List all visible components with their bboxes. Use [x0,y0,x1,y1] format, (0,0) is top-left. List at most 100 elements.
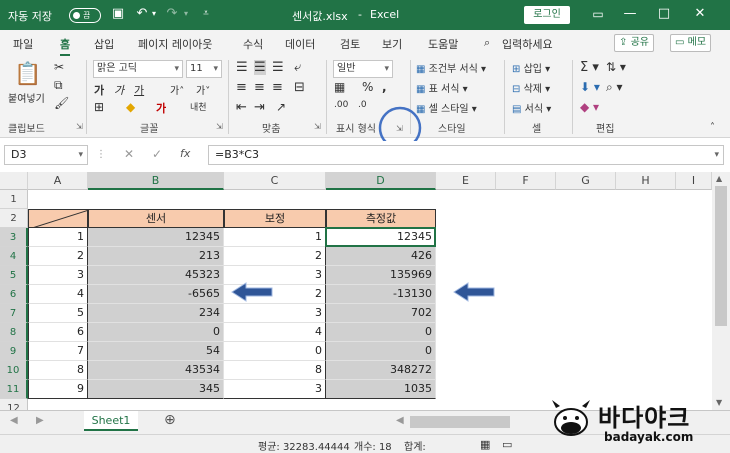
delete-cells-button[interactable]: ⊟ 삭제 ▾ [512,80,550,95]
table-cell-sensor[interactable]: 12345 [88,228,224,247]
table-cell-index[interactable]: 7 [28,342,88,361]
header-cell-sensor[interactable]: 센서 [88,209,224,228]
row-header-10[interactable]: 10 [0,361,28,380]
undo-dropdown-icon[interactable]: ▾ [146,6,162,22]
increase-indent-icon[interactable]: ⇥ [254,100,265,115]
copy-icon[interactable]: ⧉ [54,78,63,93]
increase-decimal-icon[interactable]: .00 [334,100,348,110]
table-cell-sensor[interactable]: 43534 [88,361,224,380]
prev-sheet-icon[interactable]: ◀ [10,415,18,426]
tab-formulas[interactable]: 수식 [243,36,263,52]
table-cell-index[interactable]: 5 [28,304,88,323]
table-cell-correction[interactable]: 2 [224,247,326,266]
login-button[interactable]: 로그인 [524,6,570,24]
fill-icon[interactable]: ⬇ ▾ [580,80,600,94]
italic-button[interactable]: 가 [114,82,124,98]
row-header-7[interactable]: 7 [0,304,28,323]
tab-data[interactable]: 데이터 [285,36,315,52]
fill-color-icon[interactable]: ◆ [126,100,135,114]
table-cell-sensor[interactable]: 54 [88,342,224,361]
enter-icon[interactable]: ✓ [152,147,162,161]
table-cell-index[interactable]: 3 [28,266,88,285]
tab-page-layout[interactable]: 페이지 레이아웃 [138,36,212,52]
sheet-tab-sheet1[interactable]: Sheet1 [84,411,138,431]
insert-cells-button[interactable]: ⊞ 삽입 ▾ [512,60,550,75]
table-cell-correction[interactable]: 8 [224,361,326,380]
table-cell-measured[interactable]: 348272 [326,361,436,380]
column-header-f[interactable]: F [496,172,556,190]
align-top-icon[interactable]: ☰ [236,60,248,75]
autosum-icon[interactable]: Σ ▾ [580,60,599,75]
tab-view[interactable]: 보기 [382,36,402,52]
find-icon[interactable]: ⌕ ▾ [606,80,623,95]
table-cell-correction[interactable]: 1 [224,228,326,247]
vertical-scrollbar[interactable]: ▲ ▼ [712,172,730,412]
table-cell-measured[interactable]: -13130 [326,285,436,304]
table-cell-measured[interactable]: 702 [326,304,436,323]
table-cell-correction[interactable]: 3 [224,380,326,399]
column-header-b[interactable]: B [88,172,224,190]
phonetic-icon[interactable]: 내천 [190,100,207,113]
tab-home[interactable]: 홈 [60,36,71,56]
column-header-c[interactable]: C [224,172,326,190]
sort-filter-icon[interactable]: ⇅ ▾ [606,60,626,74]
paste-label[interactable]: 붙여넣기 [8,90,45,105]
collapse-ribbon-icon[interactable]: ˄ [710,122,715,133]
orientation-icon[interactable]: ↗ [276,100,286,114]
font-launcher-icon[interactable]: ⇲ [216,122,223,131]
table-cell-sensor[interactable]: 234 [88,304,224,323]
font-size-combo[interactable]: 11 [186,60,222,78]
table-format-button[interactable]: ▦ 표 서식 ▾ [416,80,468,95]
table-cell-measured[interactable]: 1035 [326,380,436,399]
shrink-font-icon[interactable]: 가˅ [196,82,210,97]
wrap-text-icon[interactable]: ⤶ [294,60,301,75]
font-color-icon[interactable]: 가 [156,100,166,116]
tab-insert[interactable]: 삽입 [94,36,114,52]
column-header-h[interactable]: H [616,172,676,190]
row-header-5[interactable]: 5 [0,266,28,285]
row-header-1[interactable]: 1 [0,190,28,209]
header-cell-correction[interactable]: 보정 [224,209,326,228]
table-cell-correction[interactable]: 3 [224,304,326,323]
table-cell-measured[interactable]: 135969 [326,266,436,285]
table-cell-index[interactable]: 2 [28,247,88,266]
merge-icon[interactable]: ⊟ [294,80,305,95]
save-icon[interactable]: ▣ [110,6,126,22]
ribbon-display-icon[interactable]: ▭ [590,6,606,22]
redo-dropdown-icon[interactable]: ▾ [178,6,194,22]
add-sheet-icon[interactable]: ⊕ [164,412,176,428]
row-header-3[interactable]: 3 [0,228,28,247]
table-cell-index[interactable]: 6 [28,323,88,342]
table-cell-index[interactable]: 4 [28,285,88,304]
table-cell-measured[interactable]: 0 [326,323,436,342]
percent-icon[interactable]: % [362,80,373,94]
table-cell-index[interactable]: 1 [28,228,88,247]
table-cell-measured[interactable]: 12345 [326,228,436,247]
header-corner-cell[interactable] [28,209,88,228]
format-cells-button[interactable]: ▤ 서식 ▾ [512,100,551,115]
search-box[interactable]: 입력하세요 [502,36,553,52]
row-header-2[interactable]: 2 [0,209,28,228]
tab-help[interactable]: 도움말 [428,36,458,52]
cut-icon[interactable]: ✂ [54,60,64,74]
worksheet-grid[interactable]: ABCDEFGHI 12345678910111213 센서보정측정값11234… [0,172,712,437]
align-right-icon[interactable]: ≡ [272,80,283,95]
formula-input[interactable]: =B3*C3 [208,145,724,165]
grow-font-icon[interactable]: 가˄ [170,82,184,97]
column-header-e[interactable]: E [436,172,496,190]
name-box[interactable]: D3 [4,145,88,165]
table-cell-sensor[interactable]: 345 [88,380,224,399]
table-cell-sensor[interactable]: 0 [88,323,224,342]
alignment-launcher-icon[interactable]: ⇲ [314,122,321,131]
paste-icon[interactable]: 📋 [14,62,41,88]
select-all-corner[interactable] [0,172,28,190]
autosave-toggle[interactable]: 끔 [69,8,101,23]
decrease-indent-icon[interactable]: ⇤ [236,100,247,115]
font-name-combo[interactable]: 맑은 고딕 [93,60,183,78]
table-cell-correction[interactable]: 4 [224,323,326,342]
normal-view-icon[interactable]: ▦ [480,438,490,451]
page-layout-icon[interactable]: ▭ [502,438,512,451]
row-header-9[interactable]: 9 [0,342,28,361]
comma-icon[interactable]: , [382,80,387,94]
column-header-g[interactable]: G [556,172,616,190]
